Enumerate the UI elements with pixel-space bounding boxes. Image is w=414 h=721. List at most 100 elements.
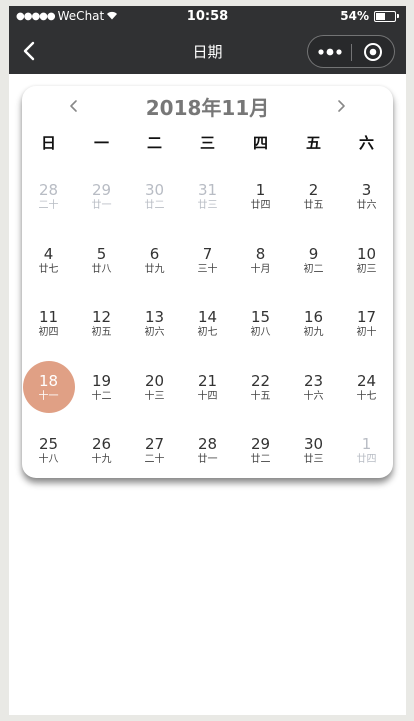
calendar-day[interactable]: 25 十八: [22, 428, 75, 478]
day-number: 23: [303, 371, 324, 390]
calendar-day[interactable]: 14 初七: [181, 301, 234, 351]
day-number: 29: [91, 181, 112, 199]
lunar-date: 十三: [144, 390, 165, 402]
calendar-day[interactable]: 31 廿三: [181, 174, 234, 224]
calendar-day[interactable]: 8 十月: [234, 238, 287, 288]
calendar-day[interactable]: 10 初三: [340, 238, 393, 288]
calendar-day[interactable]: 9 初二: [287, 238, 340, 288]
day-number: 11: [38, 308, 59, 326]
target-circle-icon: [363, 42, 382, 61]
calendar-day[interactable]: 1 廿四: [340, 428, 393, 478]
day-number: 16: [303, 308, 324, 326]
calendar-week-row: 4 廿七 5 廿八 6 廿九 7 三十 8 十月 9 初二 10 初三: [22, 238, 393, 302]
day-number: 2: [308, 181, 319, 199]
lunar-date: 初三: [356, 263, 377, 275]
status-bar: ●●●●● WeChat 10:58 54%: [9, 6, 406, 28]
weekday-label: 一: [93, 134, 109, 152]
weekday-label: 日: [40, 134, 56, 152]
day-number: 31: [197, 181, 218, 199]
lunar-date: 十八: [38, 454, 59, 465]
next-month-button[interactable]: [329, 94, 353, 118]
lunar-date: 二十: [144, 454, 165, 465]
day-number: 24: [356, 371, 377, 390]
calendar-day[interactable]: 3 廿六: [340, 174, 393, 224]
calendar-day[interactable]: 19 十二: [75, 365, 128, 415]
calendar-day[interactable]: 6 廿九: [128, 238, 181, 288]
day-number: 12: [91, 308, 112, 326]
calendar-day[interactable]: 7 三十: [181, 238, 234, 288]
weekday-label: 二: [146, 134, 162, 152]
day-number: 26: [91, 435, 112, 453]
calendar-day[interactable]: 29 廿二: [234, 428, 287, 478]
lunar-date: 廿二: [250, 454, 271, 465]
close-button[interactable]: [351, 36, 394, 67]
lunar-date: 廿一: [91, 200, 112, 211]
day-number: 10: [356, 244, 377, 263]
calendar-day[interactable]: 2 廿五: [287, 174, 340, 224]
nav-bar: 日期: [9, 28, 406, 74]
day-number: 4: [43, 244, 54, 263]
calendar-day[interactable]: 12 初五: [75, 301, 128, 351]
day-number: 17: [356, 308, 377, 326]
lunar-date: 廿三: [303, 454, 324, 465]
lunar-date: 廿四: [356, 454, 377, 465]
calendar-day[interactable]: 26 十九: [75, 428, 128, 478]
lunar-date: 廿五: [303, 200, 324, 211]
day-number: 21: [197, 371, 218, 390]
lunar-date: 十一: [38, 390, 59, 402]
lunar-date: 初四: [38, 327, 59, 338]
calendar-day[interactable]: 5 廿八: [75, 238, 128, 288]
lunar-date: 廿七: [38, 263, 59, 275]
calendar-day[interactable]: 20 十三: [128, 365, 181, 415]
battery-status: 54%: [340, 9, 399, 23]
lunar-date: 十四: [197, 390, 218, 402]
lunar-date: 廿一: [197, 454, 218, 465]
calendar-day[interactable]: 15 初八: [234, 301, 287, 351]
more-dots-icon: [317, 48, 342, 55]
battery-percent: 54%: [340, 9, 369, 23]
calendar-week-row: 18 十一 19 十二 20 十三 21 十四 22 十五 23 十六 24 十七: [22, 360, 393, 429]
day-number: 30: [144, 181, 165, 199]
weekday-label: 五: [305, 134, 321, 152]
calendar-day[interactable]: 27 二十: [128, 428, 181, 478]
calendar-day[interactable]: 16 初九: [287, 301, 340, 351]
lunar-date: 十二: [91, 390, 112, 402]
lunar-date: 三十: [197, 263, 218, 275]
day-number: 15: [250, 308, 271, 326]
calendar-week-row: 25 十八 26 十九 27 二十 28 廿一 29 廿二 30 廿三 1 廿四: [22, 428, 393, 492]
lunar-date: 廿二: [144, 200, 165, 211]
calendar-day[interactable]: 30 廿二: [128, 174, 181, 224]
calendar-day[interactable]: 30 廿三: [287, 428, 340, 478]
battery-icon: [374, 10, 399, 22]
more-button[interactable]: [308, 36, 351, 67]
lunar-date: 十九: [91, 454, 112, 465]
calendar-day[interactable]: 28 二十: [22, 174, 75, 224]
lunar-date: 廿六: [356, 200, 377, 211]
calendar-day[interactable]: 1 廿四: [234, 174, 287, 224]
weekday-label: 四: [252, 134, 268, 152]
calendar-day[interactable]: 21 十四: [181, 365, 234, 415]
day-number: 9: [308, 244, 319, 263]
lunar-date: 初七: [197, 327, 218, 338]
calendar-day[interactable]: 17 初十: [340, 301, 393, 351]
calendar-header: 2018年11月: [22, 86, 393, 124]
calendar-day[interactable]: 24 十七: [340, 365, 393, 415]
weekday-header: 日 一 二 三 四 五 六: [22, 132, 393, 156]
calendar-day[interactable]: 22 十五: [234, 365, 287, 415]
lunar-date: 初二: [303, 263, 324, 275]
day-number: 5: [96, 244, 107, 263]
phone-screen: ●●●●● WeChat 10:58 54% 日期 2018年11月 日 一 二…: [9, 6, 406, 715]
calendar-day[interactable]: 4 廿七: [22, 238, 75, 288]
lunar-date: 十七: [356, 390, 377, 402]
calendar-day[interactable]: 23 十六: [287, 365, 340, 415]
calendar-day[interactable]: 13 初六: [128, 301, 181, 351]
calendar-day[interactable]: 11 初四: [22, 301, 75, 351]
calendar-day-selected[interactable]: 18 十一: [22, 360, 75, 415]
chevron-right-icon: [338, 100, 345, 112]
calendar-day[interactable]: 29 廿一: [75, 174, 128, 224]
day-number: 28: [197, 435, 218, 453]
day-number: 14: [197, 308, 218, 326]
calendar-day[interactable]: 28 廿一: [181, 428, 234, 478]
day-number: 18: [38, 371, 59, 390]
lunar-date: 廿八: [91, 263, 112, 275]
